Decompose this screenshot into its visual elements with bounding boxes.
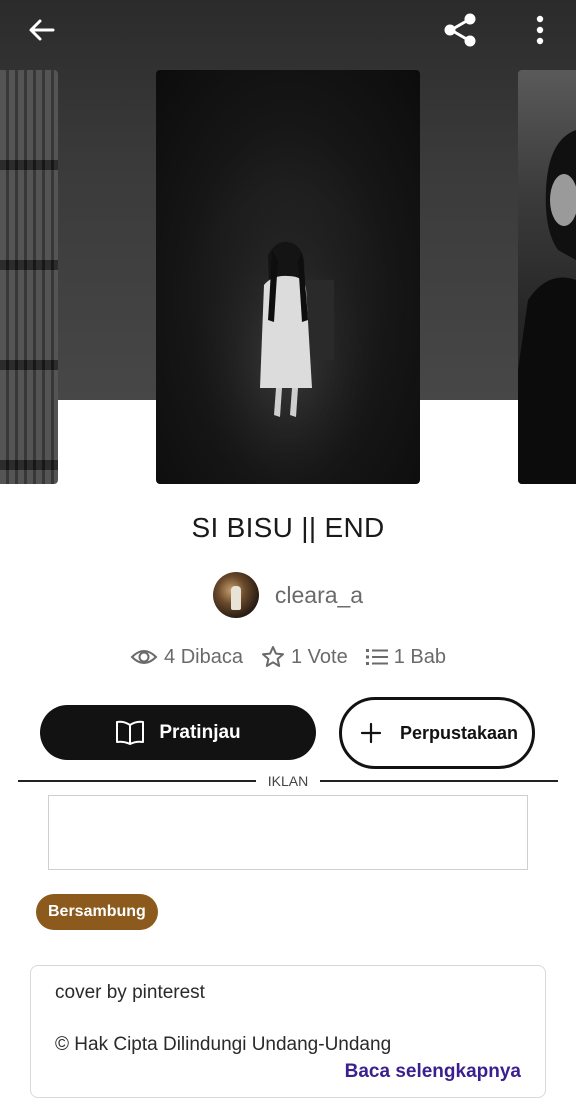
more-vertical-icon [536,15,544,45]
cover-previous[interactable] [0,70,58,484]
share-button[interactable] [438,8,482,52]
star-icon [261,646,284,667]
parts-stat: 1 Bab [365,645,446,669]
divider-line-right [320,780,558,782]
reads-stat: 4 Dibaca [130,646,243,669]
reads-count: 4 Dibaca [164,645,243,668]
plus-icon [360,722,382,744]
divider-line-left [18,780,256,782]
cover-current[interactable] [156,70,420,484]
arrow-left-icon [29,19,55,41]
more-options-button[interactable] [518,8,562,52]
status-badge: Bersambung [36,894,158,930]
eye-icon [130,650,158,664]
cover-carousel [0,0,576,485]
description-line: cover by pinterest [55,982,205,1003]
author-row[interactable]: cleara_a [0,572,576,618]
share-icon [444,13,476,47]
copyright-line: © Hak Cipta Dilindungi Undang-Undang [55,1034,392,1055]
story-stats: 4 Dibaca 1 Vote 1 Bab [0,645,576,669]
preview-button[interactable]: Pratinjau [40,705,316,760]
preview-label: Pratinjau [159,721,241,743]
avatar[interactable] [212,572,259,618]
back-button[interactable] [20,8,64,52]
cover-next[interactable] [518,70,576,484]
top-bar [0,0,576,60]
votes-stat: 1 Vote [261,645,348,669]
ad-slot[interactable] [48,795,528,870]
book-open-icon [116,720,145,745]
votes-count: 1 Vote [290,645,348,668]
cover-image [156,70,420,484]
cover-next-image [518,130,576,484]
library-label: Perpustakaan [400,723,519,743]
parts-count: 1 Bab [393,645,446,668]
list-icon [365,649,388,665]
add-to-library-button[interactable]: Perpustakaan [339,697,535,769]
story-title: SI BISU || END [191,512,385,543]
ad-label: IKLAN [267,773,309,789]
read-more-link[interactable]: Baca selengkapnya [345,1061,521,1083]
description-card: cover by pinterest © Hak Cipta Dilindung… [30,965,546,1098]
ad-divider: IKLAN [18,771,558,791]
author-name[interactable]: cleara_a [275,582,363,609]
